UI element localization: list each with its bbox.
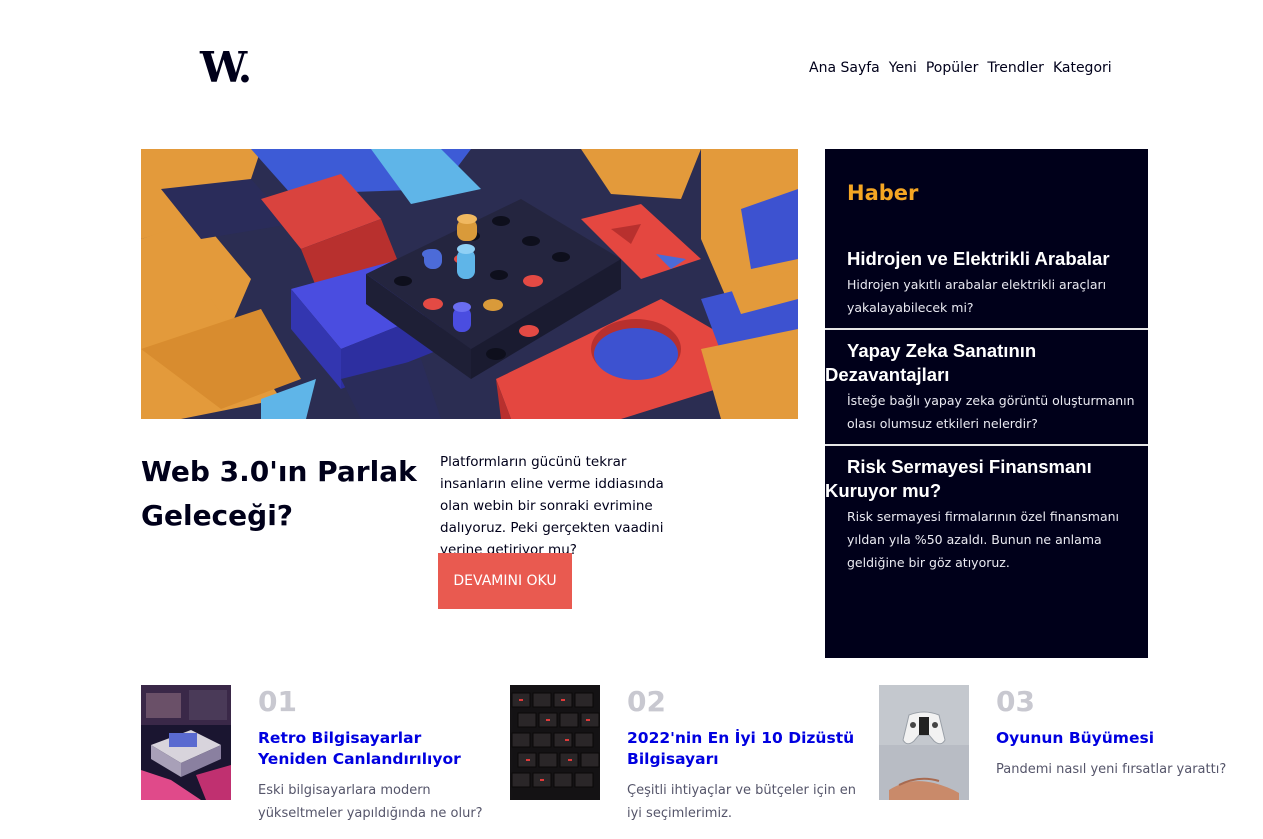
card-description: Çeşitli ihtiyaçlar ve bütçeler için en i… (627, 783, 856, 821)
news-item[interactable]: Risk Sermayesi Finansmanı Kuruyor mu? Ri… (825, 455, 1148, 574)
card-title[interactable]: Oyunun Büyümesi (996, 728, 1226, 749)
news-item-title[interactable]: Yapay Zeka Sanatının Dezavantajları (825, 339, 1148, 387)
retro-computer-image[interactable] (141, 685, 231, 800)
news-divider (825, 444, 1148, 446)
nav-item-trends[interactable]: Trendler (987, 60, 1044, 76)
card-number: 02 (627, 685, 666, 718)
game-controller-image[interactable] (879, 685, 969, 800)
news-item-text: Risk sermayesi firmalarının özel finansm… (847, 509, 1120, 570)
card-description: Pandemi nasıl yeni fırsatlar yarattı? (996, 762, 1227, 777)
card-title[interactable]: 2022'nin En İyi 10 Dizüstü Bilgisayarı (627, 728, 857, 770)
nav-item-popular[interactable]: Popüler (926, 60, 979, 76)
hero-description: Platformların gücünü tekrar insanların e… (440, 454, 664, 558)
main-nav: Ana Sayfa Yeni Popüler Trendler Kategori (809, 60, 1112, 76)
site-logo[interactable]: W. (200, 46, 260, 90)
card-number: 01 (258, 685, 297, 718)
news-divider (825, 328, 1148, 330)
card-title[interactable]: Retro Bilgisayarlar Yeniden Canlandırılı… (258, 728, 488, 770)
nav-item-home[interactable]: Ana Sayfa (809, 60, 880, 76)
hero-image (141, 149, 798, 419)
news-item-text: Hidrojen yakıtlı arabalar elektrikli ara… (847, 277, 1107, 315)
news-item-text: İsteğe bağlı yapay zeka görüntü oluşturm… (847, 393, 1135, 431)
news-panel: Haber Hidrojen ve Elektrikli Arabalar Hi… (825, 149, 1148, 658)
card-number: 03 (996, 685, 1035, 718)
nav-item-new[interactable]: Yeni (889, 60, 917, 76)
card-description: Eski bilgisayarlara modern yükseltmeler … (258, 783, 483, 821)
news-item-title[interactable]: Risk Sermayesi Finansmanı Kuruyor mu? (825, 455, 1148, 503)
nav-item-category[interactable]: Kategori (1053, 60, 1112, 76)
laptop-keyboard-image[interactable] (510, 685, 600, 800)
logo-text: W. (200, 43, 252, 92)
hero-title: Web 3.0'ın Parlak Geleceği? (141, 455, 417, 532)
news-item[interactable]: Yapay Zeka Sanatının Dezavantajları İste… (825, 339, 1148, 435)
news-item[interactable]: Hidrojen ve Elektrikli Arabalar Hidrojen… (825, 247, 1148, 319)
news-heading: Haber (847, 181, 919, 205)
read-more-button[interactable]: DEVAMINI OKU (438, 553, 572, 609)
news-item-title[interactable]: Hidrojen ve Elektrikli Arabalar (825, 247, 1148, 271)
